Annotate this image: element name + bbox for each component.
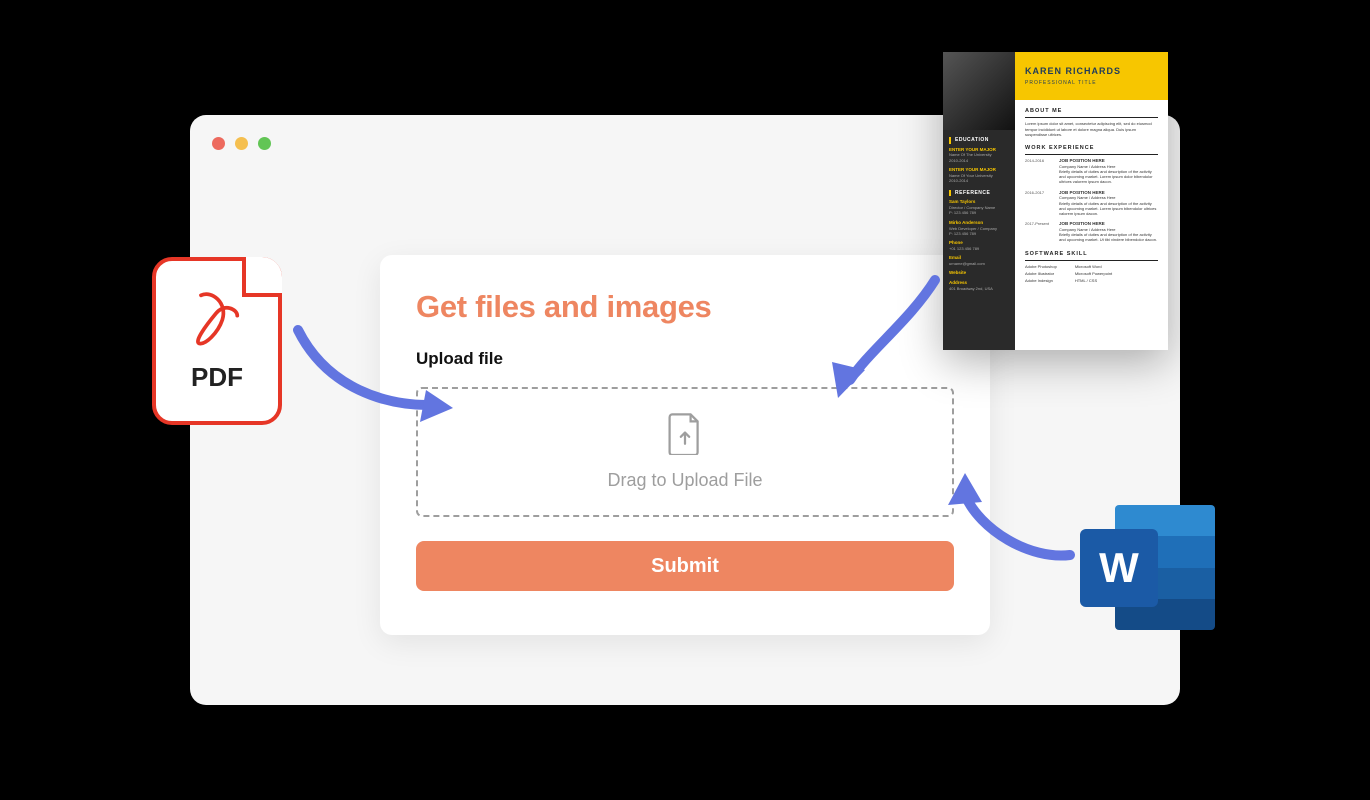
pdf-file-icon: PDF: [152, 257, 282, 425]
window-controls: [212, 137, 271, 150]
resume-title: PROFESSIONAL TITLE: [1025, 80, 1158, 87]
upload-label: Upload file: [416, 349, 954, 369]
resume-work-heading: WORK EXPERIENCE: [1025, 145, 1158, 155]
resume-sidebar: EDUCATION ENTER YOUR MAJORName Of The Un…: [943, 52, 1015, 350]
resume-main: KAREN RICHARDS PROFESSIONAL TITLE ABOUT …: [1015, 52, 1168, 350]
resume-about-heading: ABOUT ME: [1025, 108, 1158, 118]
minimize-window-icon[interactable]: [235, 137, 248, 150]
resume-reference-heading: REFERENCE: [949, 190, 1009, 197]
submit-button[interactable]: Submit: [416, 541, 954, 591]
resume-education-heading: EDUCATION: [949, 137, 1009, 144]
resume-photo: [943, 52, 1015, 130]
close-window-icon[interactable]: [212, 137, 225, 150]
maximize-window-icon[interactable]: [258, 137, 271, 150]
card-title: Get files and images: [416, 289, 954, 325]
resume-skills: Adobe Photoshop Adobe Illustrator Adobe …: [1025, 264, 1158, 286]
resume-header: KAREN RICHARDS PROFESSIONAL TITLE: [1015, 52, 1168, 100]
word-letter: W: [1080, 529, 1158, 607]
resume-work-item: 2014-2016 JOB POSITION HERECompany Name …: [1025, 158, 1158, 185]
resume-preview: EDUCATION ENTER YOUR MAJORName Of The Un…: [943, 52, 1168, 350]
pdf-label: PDF: [191, 362, 243, 393]
resume-work-item: 2017-Present JOB POSITION HERECompany Na…: [1025, 221, 1158, 242]
upload-card: Get files and images Upload file Drag to…: [380, 255, 990, 635]
resume-skills-heading: SOFTWARE SKILL: [1025, 251, 1158, 261]
resume-name: KAREN RICHARDS: [1025, 66, 1158, 78]
resume-about-text: Lorem ipsum dolor sit amet, consectetur …: [1025, 121, 1158, 137]
word-file-icon: W: [1080, 505, 1215, 630]
file-dropzone[interactable]: Drag to Upload File: [416, 387, 954, 517]
resume-work-item: 2016-2017 JOB POSITION HERECompany Name …: [1025, 190, 1158, 217]
upload-file-icon: [668, 413, 702, 460]
dropzone-text: Drag to Upload File: [607, 470, 762, 491]
